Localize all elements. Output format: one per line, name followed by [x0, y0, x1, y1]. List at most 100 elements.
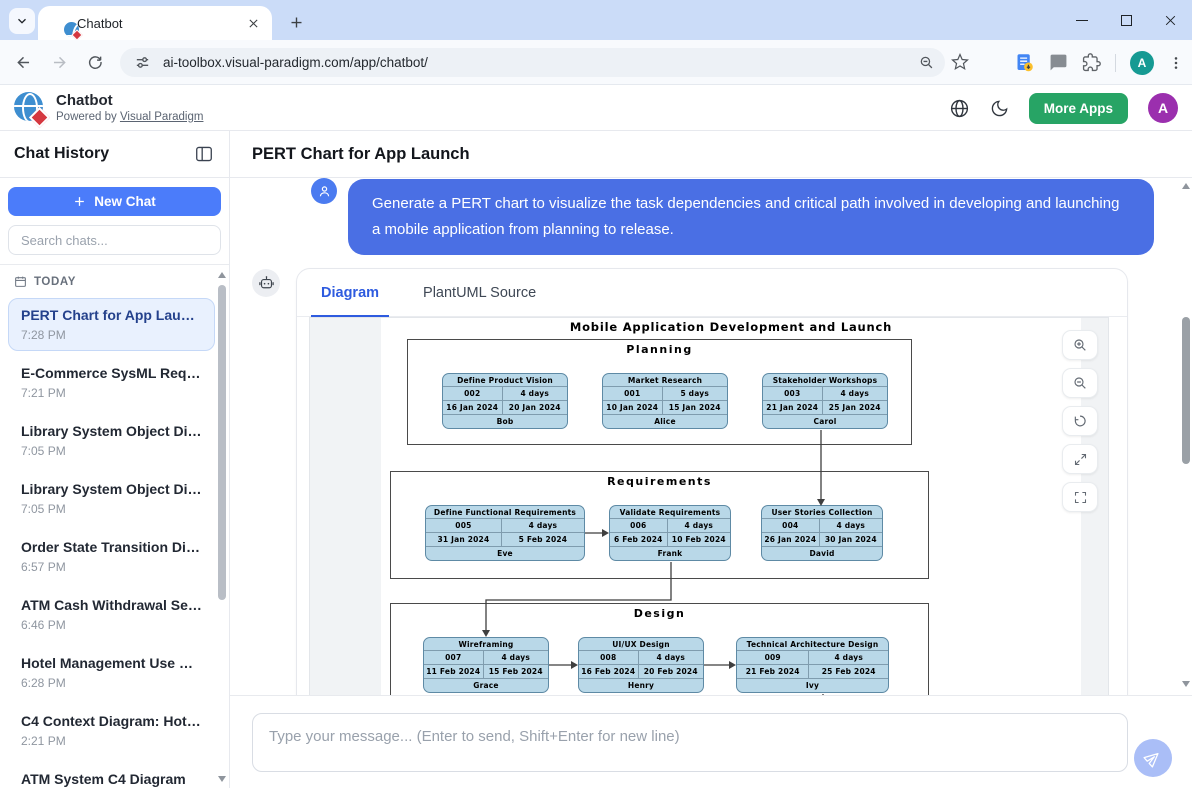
collapse-panel-icon[interactable] — [195, 146, 213, 162]
tab-close-icon[interactable] — [244, 14, 262, 32]
scroll-down-arrow[interactable] — [1182, 681, 1190, 687]
zoom-in-icon — [1072, 337, 1088, 353]
chat-history-item[interactable]: E-Commerce SysML Require... 7:21 PM — [8, 356, 215, 409]
app-header: Chatbot Powered by Visual Paradigm More … — [0, 85, 1192, 131]
star-icon — [951, 53, 969, 71]
pert-task-node: Wireframing 0074 days 11 Feb 202415 Feb … — [423, 637, 549, 693]
tab-diagram[interactable]: Diagram — [311, 269, 389, 316]
task-name: Define Functional Requirements — [426, 506, 584, 519]
reset-icon — [1072, 413, 1088, 429]
powered-by: Powered by Visual Paradigm — [56, 111, 203, 123]
chat-scrollbar[interactable] — [1180, 178, 1192, 695]
chat-message-area[interactable]: Generate a PERT chart to visualize the t… — [230, 178, 1192, 695]
task-end-date: 25 Feb 2024 — [809, 665, 888, 678]
task-start-date: 16 Feb 2024 — [579, 665, 639, 678]
task-name: User Stories Collection — [762, 506, 882, 519]
chat-history-item[interactable]: Library System Object Diagr... 7:05 PM — [8, 472, 215, 525]
dark-mode-moon-icon[interactable] — [990, 99, 1009, 118]
url-text: ai-toolbox.visual-paradigm.com/app/chatb… — [163, 55, 918, 70]
task-id: 006 — [610, 519, 668, 532]
maximize-button[interactable] — [1104, 0, 1148, 40]
plus-icon — [289, 15, 304, 30]
expand-button[interactable] — [1062, 444, 1098, 474]
pert-task-node: Market Research 0015 days 10 Jan 202415 … — [602, 373, 728, 429]
section-label: Design — [391, 607, 928, 620]
zoom-indicator-icon[interactable] — [918, 54, 935, 71]
reading-mode-extension-icon[interactable] — [1014, 52, 1035, 73]
task-owner: Eve — [426, 547, 584, 560]
browser-toolbar: ai-toolbox.visual-paradigm.com/app/chatb… — [0, 40, 1192, 85]
chat-item-time: 7:05 PM — [21, 502, 202, 516]
message-input[interactable] — [252, 713, 1128, 772]
toolbar-right: A — [1014, 48, 1184, 77]
maximize-icon — [1121, 15, 1132, 26]
bookmark-button[interactable] — [946, 48, 974, 76]
app-header-texts: Chatbot Powered by Visual Paradigm — [56, 92, 203, 123]
tab-search-button[interactable] — [9, 8, 35, 34]
fullscreen-button[interactable] — [1062, 482, 1098, 512]
scroll-up-arrow[interactable] — [1182, 183, 1190, 189]
browser-titlebar: Chatbot — [0, 0, 1192, 40]
chat-history-item[interactable]: Order State Transition Diagra... 6:57 PM — [8, 530, 215, 583]
scrollbar-thumb[interactable] — [1182, 317, 1190, 464]
new-chat-button[interactable]: New Chat — [8, 187, 221, 216]
minimize-button[interactable] — [1060, 0, 1104, 40]
task-owner: Carol — [763, 415, 887, 428]
tab-plantuml-source[interactable]: PlantUML Source — [413, 269, 546, 316]
tab-title: Chatbot — [77, 16, 244, 31]
more-apps-button[interactable]: More Apps — [1029, 93, 1128, 124]
send-button[interactable] — [1134, 739, 1172, 777]
expand-icon — [1073, 452, 1088, 467]
task-owner: Henry — [579, 679, 703, 692]
chat-item-title: Library System Object Diagr... — [21, 423, 202, 440]
back-icon — [14, 53, 33, 72]
task-end-date: 20 Jan 2024 — [503, 401, 567, 414]
back-button[interactable] — [9, 48, 37, 76]
sidebar-scrollbar[interactable] — [216, 268, 228, 788]
composer-bar — [230, 695, 1192, 788]
zoom-out-button[interactable] — [1062, 368, 1098, 398]
forward-icon — [50, 53, 69, 72]
user-account-avatar[interactable]: A — [1148, 93, 1178, 123]
forward-button[interactable] — [45, 48, 73, 76]
new-tab-button[interactable] — [283, 9, 309, 35]
browser-tab[interactable]: Chatbot — [38, 6, 272, 40]
visual-paradigm-logo — [14, 91, 48, 125]
extensions-puzzle-icon[interactable] — [1082, 53, 1101, 72]
reset-view-button[interactable] — [1062, 406, 1098, 436]
sidebar-section-header: TODAY — [0, 265, 229, 292]
close-button[interactable] — [1148, 0, 1192, 40]
reload-button[interactable] — [81, 48, 109, 76]
task-end-date: 10 Feb 2024 — [668, 533, 730, 546]
chat-history-item[interactable]: C4 Context Diagram: Hotel ... 2:21 PM — [8, 704, 215, 757]
pert-task-node: UI/UX Design 0084 days 16 Feb 202420 Feb… — [578, 637, 704, 693]
task-id: 002 — [443, 387, 503, 400]
chat-item-time: 7:21 PM — [21, 386, 202, 400]
chat-history-item[interactable]: ATM Cash Withdrawal Seque... 6:46 PM — [8, 588, 215, 641]
scrollbar-thumb[interactable] — [218, 285, 226, 600]
browser-profile-avatar[interactable]: A — [1130, 51, 1154, 75]
browser-window: Chatbot — [0, 0, 1192, 788]
scroll-down-arrow[interactable] — [218, 776, 226, 782]
visual-paradigm-link[interactable]: Visual Paradigm — [120, 111, 204, 123]
chat-history-item[interactable]: ATM System C4 Diagram 2:08 PM — [8, 762, 215, 788]
chat-item-title: ATM System C4 Diagram — [21, 771, 202, 788]
language-globe-icon[interactable] — [949, 98, 970, 119]
feedback-icon[interactable] — [1049, 53, 1068, 72]
chat-history-item[interactable]: Library System Object Diagr... 7:05 PM — [8, 414, 215, 467]
task-start-date: 11 Feb 2024 — [424, 665, 484, 678]
chat-history-item[interactable]: PERT Chart for App Launch 7:28 PM — [8, 298, 215, 351]
diagram-viewport[interactable]: Mobile Application Development and Launc… — [309, 317, 1109, 695]
task-name: Validate Requirements — [610, 506, 730, 519]
section-label: TODAY — [34, 276, 76, 288]
scroll-up-arrow[interactable] — [218, 272, 226, 278]
chat-history-item[interactable]: Hotel Management Use Case 6:28 PM — [8, 646, 215, 699]
conversation-title-bar: PERT Chart for App Launch — [230, 131, 1192, 178]
task-start-date: 31 Jan 2024 — [426, 533, 502, 546]
zoom-in-button[interactable] — [1062, 330, 1098, 360]
task-duration: 4 days — [668, 519, 730, 532]
address-bar[interactable]: ai-toolbox.visual-paradigm.com/app/chatb… — [120, 48, 945, 77]
search-input[interactable] — [8, 225, 221, 255]
browser-menu-kebab-icon[interactable] — [1168, 55, 1184, 71]
reload-icon — [86, 53, 104, 71]
